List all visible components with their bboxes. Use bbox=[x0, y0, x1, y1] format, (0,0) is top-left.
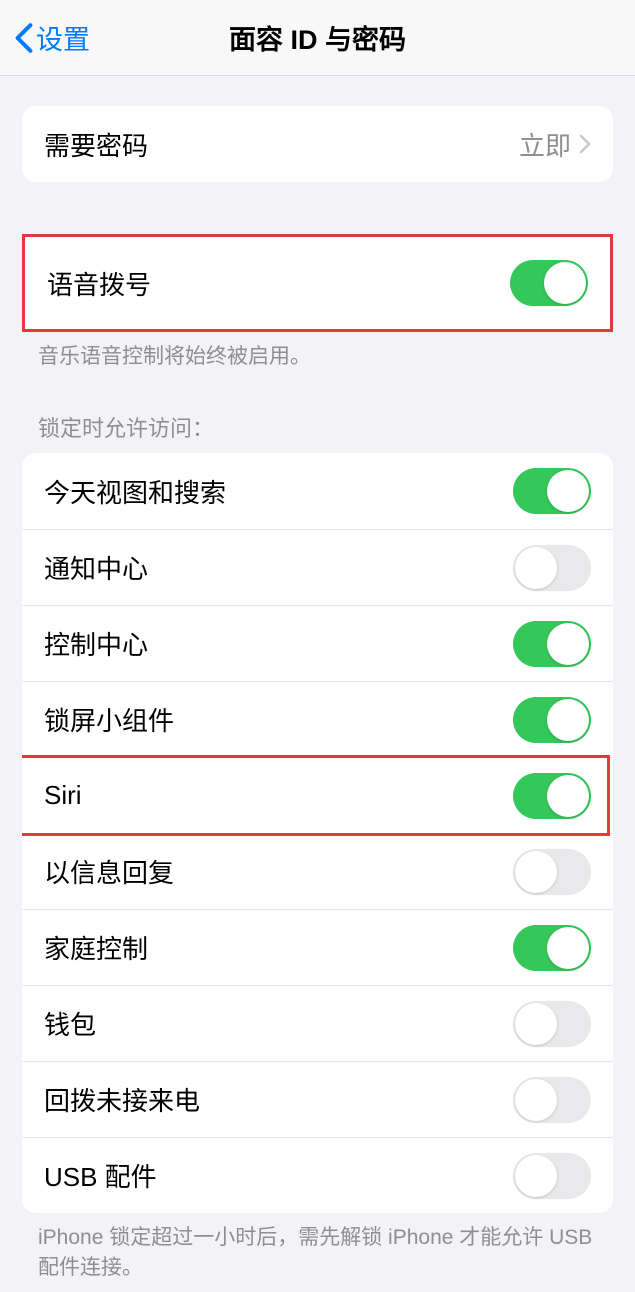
row-lock-access-item: 钱包 bbox=[22, 985, 613, 1061]
row-label: 通知中心 bbox=[44, 549, 148, 586]
toggle-lock-access-item[interactable] bbox=[513, 468, 591, 514]
page-title: 面容 ID 与密码 bbox=[0, 18, 635, 57]
back-button[interactable]: 设置 bbox=[0, 18, 90, 57]
header-lock-access: 锁定时允许访问： bbox=[0, 411, 635, 453]
toggle-lock-access-item[interactable] bbox=[513, 1153, 591, 1199]
toggle-voice-dial[interactable] bbox=[510, 260, 588, 306]
toggle-lock-access-item[interactable] bbox=[513, 545, 591, 591]
row-lock-access-item: 锁屏小组件 bbox=[22, 681, 613, 757]
row-lock-access-item: 今天视图和搜索 bbox=[22, 453, 613, 529]
row-label: 锁屏小组件 bbox=[44, 701, 174, 738]
group-lock-access: 今天视图和搜索通知中心控制中心锁屏小组件 Siri 以信息回复家庭控制钱包回拨未接来… bbox=[22, 453, 613, 1213]
toggle-knob bbox=[547, 927, 589, 969]
toggle-knob bbox=[547, 699, 589, 741]
group-voice-dial: 语音拨号 bbox=[22, 234, 613, 332]
toggle-lock-access-item[interactable] bbox=[513, 773, 591, 819]
group-require-passcode: 需要密码 立即 bbox=[22, 106, 613, 182]
toggle-knob bbox=[515, 851, 557, 893]
nav-bar: 设置 面容 ID 与密码 bbox=[0, 0, 635, 76]
toggle-knob bbox=[547, 775, 589, 817]
toggle-lock-access-item[interactable] bbox=[513, 697, 591, 743]
toggle-knob bbox=[515, 1079, 557, 1121]
row-label: 今天视图和搜索 bbox=[44, 473, 226, 510]
toggle-lock-access-item[interactable] bbox=[513, 621, 591, 667]
toggle-knob bbox=[544, 262, 586, 304]
row-require-passcode[interactable]: 需要密码 立即 bbox=[22, 106, 613, 182]
toggle-lock-access-item[interactable] bbox=[513, 1077, 591, 1123]
toggle-lock-access-item[interactable] bbox=[513, 925, 591, 971]
toggle-knob bbox=[547, 623, 589, 665]
chevron-left-icon bbox=[14, 22, 34, 54]
row-label: 控制中心 bbox=[44, 625, 148, 662]
row-label: Siri bbox=[44, 780, 82, 811]
row-label: 语音拨号 bbox=[47, 265, 151, 302]
row-label: USB 配件 bbox=[44, 1157, 157, 1194]
row-voice-dial: 语音拨号 bbox=[25, 237, 610, 329]
toggle-knob bbox=[515, 547, 557, 589]
row-lock-access-item: 通知中心 bbox=[22, 529, 613, 605]
row-value: 立即 bbox=[519, 126, 591, 163]
row-label: 家庭控制 bbox=[44, 929, 148, 966]
back-label: 设置 bbox=[36, 18, 90, 57]
toggle-lock-access-item[interactable] bbox=[513, 849, 591, 895]
row-label: 以信息回复 bbox=[44, 853, 174, 890]
row-lock-access-item: USB 配件 bbox=[22, 1137, 613, 1213]
row-lock-access-item: 家庭控制 bbox=[22, 909, 613, 985]
row-lock-access-item: Siri bbox=[22, 757, 613, 833]
row-lock-access-item: 以信息回复 bbox=[22, 833, 613, 909]
toggle-knob bbox=[515, 1155, 557, 1197]
toggle-knob bbox=[515, 1003, 557, 1045]
row-label: 需要密码 bbox=[44, 126, 148, 163]
footer-voice-dial: 音乐语音控制将始终被启用。 bbox=[0, 332, 635, 381]
row-lock-access-item: 回拨未接来电 bbox=[22, 1061, 613, 1137]
row-value-text: 立即 bbox=[519, 126, 571, 163]
toggle-lock-access-item[interactable] bbox=[513, 1001, 591, 1047]
row-label: 回拨未接来电 bbox=[44, 1081, 200, 1118]
toggle-knob bbox=[547, 470, 589, 512]
chevron-right-icon bbox=[579, 134, 591, 154]
row-label: 钱包 bbox=[44, 1005, 96, 1042]
row-lock-access-item: 控制中心 bbox=[22, 605, 613, 681]
